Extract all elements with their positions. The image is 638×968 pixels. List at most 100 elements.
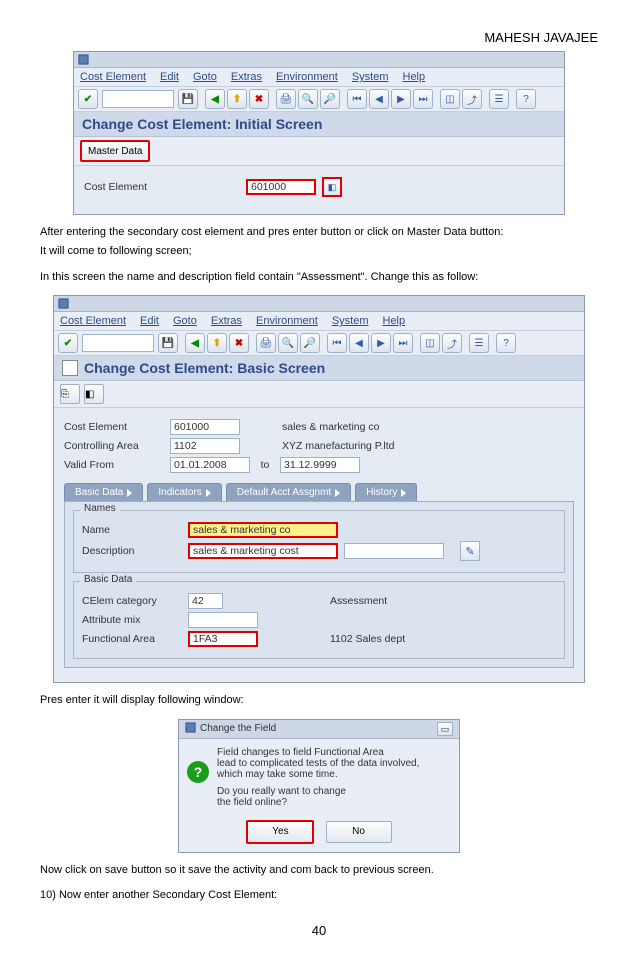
tab-history[interactable]: History	[355, 483, 417, 501]
dialog-no-button[interactable]: No	[326, 821, 392, 843]
prose-1b: It will come to following screen;	[40, 244, 598, 259]
menu-system-2[interactable]: System	[332, 315, 369, 327]
back-icon[interactable]: ◀	[205, 89, 225, 109]
to-label: to	[256, 459, 274, 471]
dialog-line1: Field changes to field Functional Area	[217, 747, 419, 758]
layout-icon[interactable]: ☰	[489, 89, 509, 109]
cost-element-value-2[interactable]: 601000	[170, 419, 240, 435]
toolbar-2: ✔ 💾 ◀ ⬆ ✖ 🖨 🔍 🔎 ⏮ ◀ ▶ ⏭ ◫ ⤴ ☰ ?	[54, 331, 584, 356]
sap-window-basic: Cost Element Edit Goto Extras Environmen…	[53, 295, 585, 683]
menu-edit[interactable]: Edit	[160, 71, 179, 83]
cat-input[interactable]: 42	[188, 593, 223, 609]
menu-edit-2[interactable]: Edit	[140, 315, 159, 327]
group-basic-data: Basic Data CElem category 42 Assessment …	[73, 581, 565, 659]
save-icon-2[interactable]: 💾	[158, 333, 178, 353]
fa-input[interactable]: 1FA3	[188, 631, 258, 647]
attr-input[interactable]	[188, 612, 258, 628]
find-next-icon[interactable]: 🔎	[320, 89, 340, 109]
screen-title-2: Change Cost Element: Basic Screen	[54, 356, 584, 381]
content-area: Cost Element 601000 ◧	[74, 166, 564, 214]
fa-label: Functional Area	[82, 633, 182, 645]
valid-from-value[interactable]: 01.01.2008	[170, 457, 250, 473]
menu-extras[interactable]: Extras	[231, 71, 262, 83]
menu-goto[interactable]: Goto	[193, 71, 217, 83]
dialog-close-icon[interactable]: ▭	[437, 722, 453, 736]
desc-label: Description	[82, 545, 182, 557]
name-input[interactable]: sales & marketing co	[188, 522, 338, 538]
help-icon[interactable]: ?	[516, 89, 536, 109]
menu-help-2[interactable]: Help	[383, 315, 406, 327]
cat-text: Assessment	[330, 595, 387, 607]
last-page-icon-2[interactable]: ⏭	[393, 333, 413, 353]
dialog-line5: the field online?	[217, 797, 419, 808]
find-icon-2[interactable]: 🔍	[278, 333, 298, 353]
enter-icon-2[interactable]: ✔	[58, 333, 78, 353]
dialog-change-field: Change the Field ▭ ? Field changes to fi…	[178, 719, 460, 853]
menu-system[interactable]: System	[352, 71, 389, 83]
command-field[interactable]	[102, 90, 174, 108]
desc-input[interactable]: sales & marketing cost	[188, 543, 338, 559]
sap-window-initial: Cost Element Edit Goto Extras Environmen…	[73, 51, 565, 215]
dialog-line3: which may take some time.	[217, 769, 419, 780]
attr-label: Attribute mix	[82, 614, 182, 626]
dialog-yes-button[interactable]: Yes	[246, 820, 314, 844]
print-icon-2[interactable]: 🖨	[256, 333, 276, 353]
tab-indicators[interactable]: Indicators	[147, 483, 221, 501]
cancel-icon-2[interactable]: ✖	[229, 333, 249, 353]
long-text-icon[interactable]: ✎	[460, 541, 480, 561]
exit-icon-2[interactable]: ⬆	[207, 333, 227, 353]
valid-from-label: Valid From	[64, 459, 164, 471]
title-checkbox-icon	[62, 360, 78, 376]
menu-extras-2[interactable]: Extras	[211, 315, 242, 327]
co-area-label: Controlling Area	[64, 440, 164, 452]
next-page-icon[interactable]: ▶	[391, 89, 411, 109]
menu-environment[interactable]: Environment	[276, 71, 338, 83]
layout-icon-2[interactable]: ☰	[469, 333, 489, 353]
master-data-button[interactable]: Master Data	[80, 140, 150, 162]
dialog-title-text: Change the Field	[200, 723, 276, 734]
group-names-label: Names	[80, 503, 120, 514]
menu-goto-2[interactable]: Goto	[173, 315, 197, 327]
app-toolbar: Master Data	[74, 137, 564, 166]
command-field-2[interactable]	[82, 334, 154, 352]
enter-icon[interactable]: ✔	[78, 89, 98, 109]
valid-to-value[interactable]: 31.12.9999	[280, 457, 360, 473]
menu-cost-element-2[interactable]: Cost Element	[60, 315, 126, 327]
shortcut-icon[interactable]: ⤴	[462, 89, 482, 109]
window-system-icon	[78, 54, 89, 65]
prev-page-icon-2[interactable]: ◀	[349, 333, 369, 353]
find-icon[interactable]: 🔍	[298, 89, 318, 109]
back-icon-2[interactable]: ◀	[185, 333, 205, 353]
group-names: Names Name sales & marketing co Descript…	[73, 510, 565, 573]
search-help-icon[interactable]: ◧	[322, 177, 342, 197]
menubar-2: Cost Element Edit Goto Extras Environmen…	[54, 312, 584, 331]
exit-icon[interactable]: ⬆	[227, 89, 247, 109]
new-session-icon[interactable]: ◫	[440, 89, 460, 109]
first-page-icon-2[interactable]: ⏮	[327, 333, 347, 353]
find-next-icon-2[interactable]: 🔎	[300, 333, 320, 353]
cost-element-input[interactable]: 601000	[246, 179, 316, 195]
tab-basic-data[interactable]: Basic Data	[64, 483, 143, 501]
help-icon-2[interactable]: ?	[496, 333, 516, 353]
menu-cost-element[interactable]: Cost Element	[80, 71, 146, 83]
print-icon[interactable]: 🖨	[276, 89, 296, 109]
first-page-icon[interactable]: ⏮	[347, 89, 367, 109]
shortcut-icon-2[interactable]: ⤴	[442, 333, 462, 353]
tab-default-acct[interactable]: Default Acct Assgnmt	[226, 483, 352, 501]
new-session-icon-2[interactable]: ◫	[420, 333, 440, 353]
cancel-icon[interactable]: ✖	[249, 89, 269, 109]
app-btn-2[interactable]: ◧	[84, 384, 104, 404]
last-page-icon[interactable]: ⏭	[413, 89, 433, 109]
menu-environment-2[interactable]: Environment	[256, 315, 318, 327]
prev-page-icon[interactable]: ◀	[369, 89, 389, 109]
prose-2: In this screen the name and description …	[40, 270, 598, 285]
next-page-icon-2[interactable]: ▶	[371, 333, 391, 353]
co-area-value[interactable]: 1102	[170, 438, 240, 454]
dialog-body: ? Field changes to field Functional Area…	[179, 739, 459, 816]
author: MAHESH JAVAJEE	[40, 30, 598, 45]
window-system-icon-2	[58, 298, 69, 309]
menu-help[interactable]: Help	[403, 71, 426, 83]
desc-input-ext[interactable]	[344, 543, 444, 559]
app-btn-1[interactable]: ⎘	[60, 384, 80, 404]
save-icon[interactable]: 💾	[178, 89, 198, 109]
